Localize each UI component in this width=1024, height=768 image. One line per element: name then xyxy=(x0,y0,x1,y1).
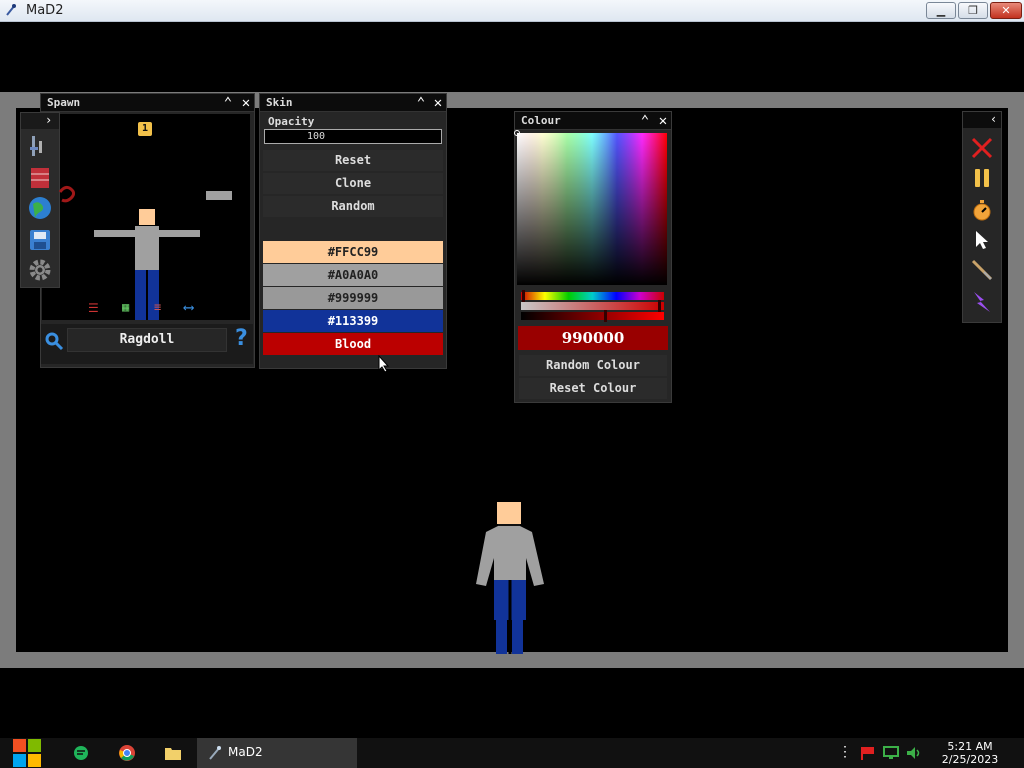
skin-swatch-legs[interactable]: #113399 xyxy=(263,310,443,332)
app-icon xyxy=(6,4,16,16)
spawn-panel-title: Spawn xyxy=(47,96,81,109)
pointer-icon xyxy=(976,231,988,249)
select-tool[interactable] xyxy=(968,226,996,254)
minimize-button[interactable]: ▁ xyxy=(926,2,956,19)
tools-category-icon[interactable] xyxy=(27,133,53,159)
delete-tool[interactable] xyxy=(968,134,996,162)
opacity-label: Opacity xyxy=(268,115,315,128)
skin-panel-title: Skin xyxy=(266,96,293,109)
sliders-icon[interactable]: ☰ xyxy=(88,301,99,315)
ragdoll-head xyxy=(497,502,521,524)
value-slider-handle[interactable] xyxy=(604,310,607,322)
ragdoll-torso xyxy=(476,526,544,586)
preview-head xyxy=(139,209,155,225)
picker-handle[interactable] xyxy=(514,130,520,136)
stopwatch-icon xyxy=(973,200,991,221)
tray-overflow-icon[interactable]: ⋮ xyxy=(838,744,852,760)
colour-picker-field[interactable] xyxy=(517,133,667,285)
grid-icon[interactable]: ▦ xyxy=(122,300,129,314)
taskbar-clock-time[interactable]: 5:21 AM xyxy=(940,740,1000,753)
close-icon: ✕ xyxy=(1001,4,1011,17)
start-button[interactable] xyxy=(8,738,46,768)
window-title: MaD2 xyxy=(26,3,64,18)
pause-tool[interactable] xyxy=(968,164,996,192)
clone-button[interactable]: Clone xyxy=(263,173,443,194)
file-explorer-button[interactable] xyxy=(162,738,184,768)
debris-icon xyxy=(58,185,76,203)
hue-slider[interactable] xyxy=(521,292,664,300)
app-icon xyxy=(209,746,221,760)
random-colour-button[interactable]: Random Colour xyxy=(519,355,667,376)
slow-motion-tool[interactable] xyxy=(968,196,996,224)
save-category-icon[interactable] xyxy=(27,227,53,253)
close-panel-icon[interactable]: ✕ xyxy=(430,95,446,111)
close-panel-icon[interactable]: ✕ xyxy=(238,95,254,111)
minimize-icon: ▁ xyxy=(936,4,946,17)
delete-x-icon xyxy=(971,137,993,159)
swap-arrows-icon[interactable]: ⟷ xyxy=(184,298,193,316)
opacity-value: 100 xyxy=(307,131,326,142)
help-icon[interactable]: ? xyxy=(235,326,248,351)
taskbar-clock-date[interactable]: 2/25/2023 xyxy=(934,753,1006,766)
random-button[interactable]: Random xyxy=(263,196,443,217)
collapse-icon[interactable]: ⌃ xyxy=(220,95,236,111)
saturation-slider[interactable] xyxy=(521,302,664,310)
spawn-preview: 1 ☰ ▦ ≡ ⟷ xyxy=(42,114,250,320)
books-icon[interactable]: ≡ xyxy=(154,300,161,314)
folder-icon xyxy=(165,748,181,760)
skin-swatch-head[interactable]: #FFCC99 xyxy=(263,241,443,263)
skin-swatch-torso[interactable]: #A0A0A0 xyxy=(263,264,443,286)
power-tool[interactable] xyxy=(968,288,996,316)
collapse-icon[interactable]: ⌃ xyxy=(413,95,429,111)
gear-icon[interactable] xyxy=(27,257,53,283)
colour-hex-value[interactable]: 990000 xyxy=(518,326,668,350)
spawn-panel-header: Spawn ⌃ ✕ xyxy=(41,94,254,112)
skin-swatch-blood[interactable]: Blood xyxy=(263,333,443,355)
windows-logo-icon xyxy=(13,739,41,767)
colour-panel-header: Colour ⌃ ✕ xyxy=(515,112,671,130)
close-window-button[interactable]: ✕ xyxy=(990,2,1022,19)
restore-icon: ❐ xyxy=(968,4,978,17)
spawn-count-badge: 1 xyxy=(138,122,152,136)
needle-icon xyxy=(971,259,993,281)
close-panel-icon[interactable]: ✕ xyxy=(655,113,671,129)
taskbar-app-label: MaD2 xyxy=(228,745,263,759)
colour-panel-title: Colour xyxy=(521,114,561,127)
collapse-icon[interactable]: ⌃ xyxy=(637,113,653,129)
mouse-cursor-icon xyxy=(378,355,390,373)
browser-button[interactable] xyxy=(116,738,138,768)
globe-category-icon[interactable] xyxy=(27,195,53,221)
spawn-item-name[interactable]: Ragdoll xyxy=(67,328,227,352)
skin-swatch-arms[interactable]: #999999 xyxy=(263,287,443,309)
drag-tool[interactable] xyxy=(968,256,996,284)
action-center-flag-icon[interactable] xyxy=(860,746,876,760)
chevron-right-icon[interactable]: › xyxy=(45,113,52,127)
ragdoll-figure[interactable] xyxy=(470,496,550,654)
books-category-icon[interactable] xyxy=(27,165,53,191)
chrome-icon xyxy=(119,745,135,761)
saturation-slider-handle[interactable] xyxy=(658,300,661,312)
preview-torso xyxy=(135,226,159,270)
restore-button[interactable]: ❐ xyxy=(958,2,988,19)
skin-panel-header: Skin ⌃ ✕ xyxy=(260,94,446,112)
reset-button[interactable]: Reset xyxy=(263,150,443,171)
window-title-bar: MaD2 ▁ ❐ ✕ xyxy=(0,0,1024,22)
volume-icon[interactable] xyxy=(906,746,922,760)
pause-icon xyxy=(975,169,989,187)
network-icon[interactable] xyxy=(883,746,899,760)
spawn-category-strip: › xyxy=(20,112,60,288)
opacity-slider[interactable]: 100 xyxy=(264,129,442,144)
lightning-icon xyxy=(974,292,990,312)
search-icon[interactable] xyxy=(44,331,64,351)
chevron-left-icon[interactable]: ‹ xyxy=(990,112,997,126)
reset-colour-button[interactable]: Reset Colour xyxy=(519,378,667,399)
value-slider[interactable] xyxy=(521,312,664,320)
preview-block xyxy=(206,191,232,200)
chat-bubble-icon xyxy=(74,746,88,760)
hue-slider-handle[interactable] xyxy=(522,290,525,302)
chat-app-button[interactable] xyxy=(70,738,92,768)
